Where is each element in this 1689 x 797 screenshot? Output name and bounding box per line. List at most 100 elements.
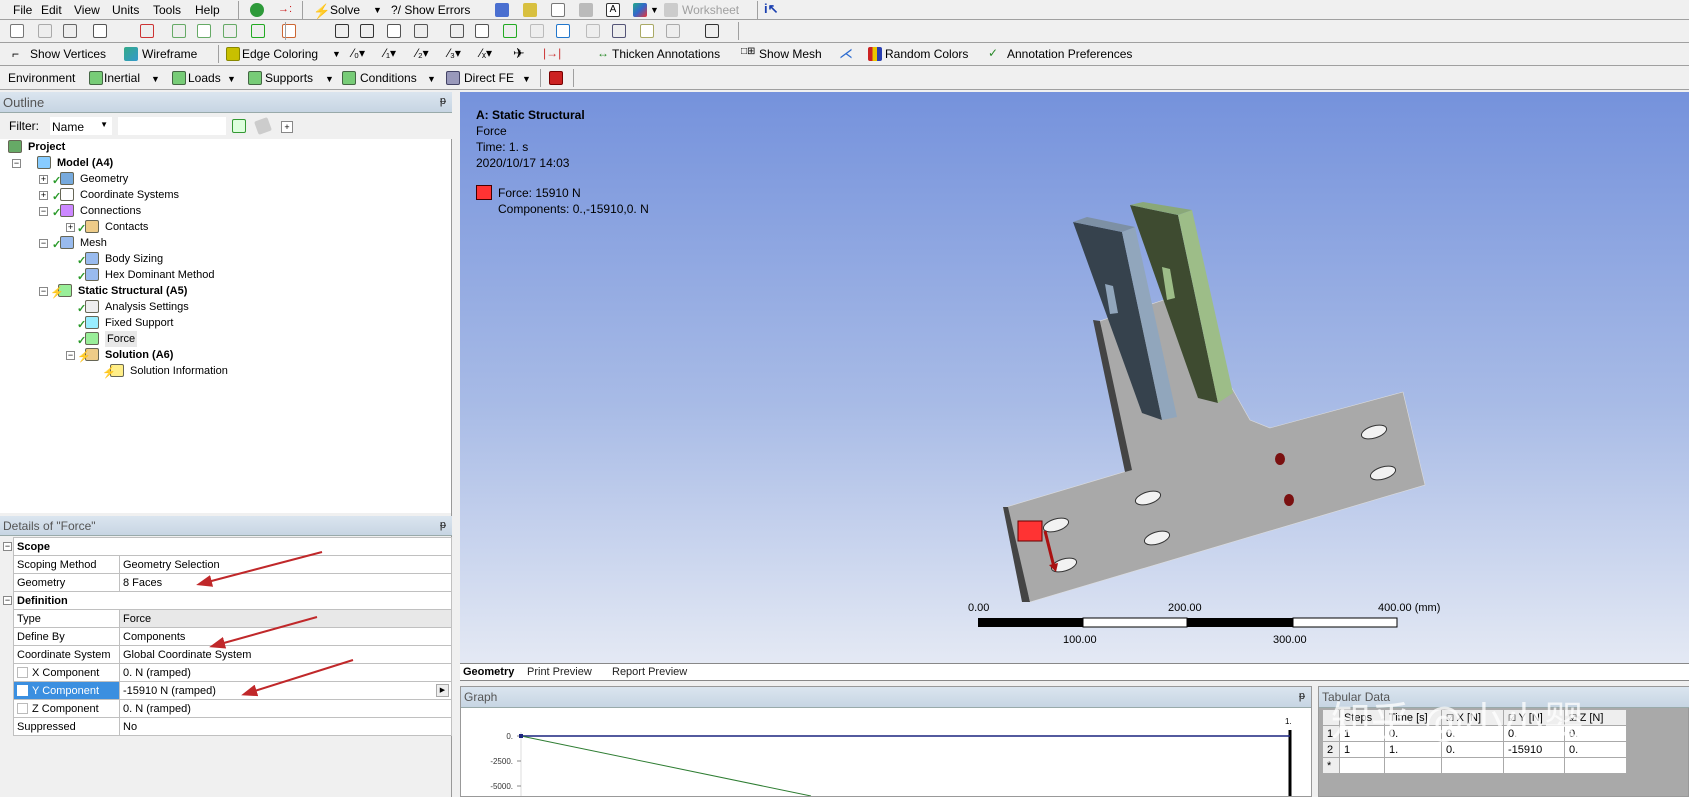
column-header[interactable]: Time [s] xyxy=(1384,709,1442,726)
y-param-checkbox[interactable] xyxy=(17,685,28,696)
table-cell[interactable]: 0. xyxy=(1441,725,1504,742)
select-mode-icon[interactable] xyxy=(10,24,24,38)
edge-2-icon[interactable]: ⁄₂▾ xyxy=(416,46,429,60)
ruler-icon[interactable] xyxy=(640,24,654,38)
model-geometry[interactable] xyxy=(460,92,1689,663)
inertial-dropdown-icon[interactable]: ▼ xyxy=(151,74,160,84)
pin-icon[interactable]: ᵽ xyxy=(440,95,446,107)
direct-fe-button[interactable]: Direct FE xyxy=(464,71,514,85)
tree-item[interactable]: Connections xyxy=(80,203,141,219)
tree-item[interactable]: Static Structural (A5) xyxy=(78,283,187,299)
show-mesh-button[interactable]: Show Mesh xyxy=(759,47,822,61)
probe-icon[interactable] xyxy=(495,3,509,17)
supports-dropdown-icon[interactable]: ▼ xyxy=(325,74,334,84)
comment-icon[interactable] xyxy=(579,3,593,17)
triad-icon[interactable]: ⋌ xyxy=(839,45,853,62)
expand-toggle-icon[interactable]: − xyxy=(12,159,21,168)
menu-help[interactable]: Help xyxy=(195,3,220,17)
column-header[interactable]: Steps xyxy=(1339,709,1385,726)
pan-icon[interactable] xyxy=(360,24,374,38)
info-cursor-icon[interactable]: i↖ xyxy=(764,1,779,17)
collapse-scope-icon[interactable]: − xyxy=(3,542,12,551)
text-icon[interactable]: A xyxy=(606,3,620,17)
tab-report-preview[interactable]: Report Preview xyxy=(612,666,687,678)
previous-view-icon[interactable] xyxy=(503,24,517,38)
tree-item[interactable]: Body Sizing xyxy=(105,251,163,267)
check-icon[interactable] xyxy=(250,3,264,17)
show-errors-button[interactable]: ?/ Show Errors xyxy=(391,3,470,17)
tree-item[interactable]: Analysis Settings xyxy=(105,299,189,315)
inertial-button[interactable]: Inertial xyxy=(104,71,140,85)
select-options-icon[interactable] xyxy=(38,24,52,38)
table-cell[interactable]: 0. xyxy=(1564,741,1627,758)
wireframe-button[interactable]: Wireframe xyxy=(142,47,197,61)
connect-icon[interactable]: →: xyxy=(278,3,292,17)
tab-print-preview[interactable]: Print Preview xyxy=(527,666,592,678)
thicken-annotations-button[interactable]: Thicken Annotations xyxy=(612,47,720,61)
viewport-layout-icon[interactable] xyxy=(705,24,719,38)
loads-dropdown-icon[interactable]: ▼ xyxy=(227,74,236,84)
table-cell[interactable]: 0. xyxy=(1384,725,1442,742)
expand-toggle-icon[interactable]: − xyxy=(66,351,75,360)
align-icon[interactable]: |→| xyxy=(543,46,561,60)
menu-units[interactable]: Units xyxy=(112,3,139,17)
y-component-value[interactable]: -15910 N (ramped) xyxy=(123,685,216,697)
column-checkbox[interactable]: ☑ xyxy=(1569,713,1580,723)
menu-view[interactable]: View xyxy=(74,3,100,17)
look-at-icon[interactable] xyxy=(586,24,600,38)
filter-input[interactable] xyxy=(118,117,226,135)
worksheet-button[interactable]: Worksheet xyxy=(682,3,739,17)
select-edge-icon[interactable] xyxy=(197,24,211,38)
table-cell[interactable] xyxy=(1441,757,1504,774)
tree-item[interactable]: Model (A4) xyxy=(57,155,113,171)
x-param-checkbox[interactable] xyxy=(17,667,28,678)
solve-dropdown-icon[interactable]: ▼ xyxy=(373,5,382,15)
tree-item[interactable]: Project xyxy=(28,139,65,155)
zoom-icon[interactable] xyxy=(387,24,401,38)
image-dropdown-icon[interactable]: ▼ xyxy=(650,5,659,15)
commands-icon[interactable] xyxy=(549,71,563,85)
define-by-value[interactable]: Components xyxy=(119,627,452,646)
tree-item[interactable]: Solution (A6) xyxy=(105,347,173,363)
table-cell[interactable]: -15910 xyxy=(1503,741,1565,758)
definition-group[interactable]: Definition xyxy=(13,591,452,610)
tree-item[interactable]: Hex Dominant Method xyxy=(105,267,214,283)
tree-item[interactable]: Fixed Support xyxy=(105,315,173,331)
next-view-icon[interactable] xyxy=(530,24,544,38)
select-body-icon[interactable] xyxy=(251,24,265,38)
tree-item[interactable]: Contacts xyxy=(105,219,148,235)
z-param-checkbox[interactable] xyxy=(17,703,28,714)
pin-icon[interactable]: ᵽ xyxy=(440,519,446,531)
pin-icon[interactable]: ᵽ xyxy=(1299,690,1305,702)
annotation-preferences-button[interactable]: Annotation Preferences xyxy=(1007,47,1132,61)
coordinate-system-value[interactable]: Global Coordinate System xyxy=(119,645,452,664)
expand-toggle-icon[interactable]: − xyxy=(39,287,48,296)
supports-button[interactable]: Supports xyxy=(265,71,313,85)
expand-toggle-icon[interactable]: − xyxy=(39,207,48,216)
edge-x-icon[interactable]: ⁄ₓ▾ xyxy=(480,46,492,60)
view-icon[interactable] xyxy=(612,24,626,38)
column-header[interactable]: ☑ X [N] xyxy=(1441,709,1504,726)
select-vertex-icon[interactable] xyxy=(172,24,186,38)
label-icon[interactable] xyxy=(523,3,537,17)
column-checkbox[interactable]: ☑ xyxy=(1446,713,1457,723)
tree-item[interactable]: Geometry xyxy=(80,171,128,187)
select-face-icon[interactable] xyxy=(223,24,237,38)
tree-item[interactable]: Solution Information xyxy=(130,363,228,379)
xyz-icon[interactable] xyxy=(63,24,77,38)
filter-select[interactable]: Name ▼ xyxy=(50,117,112,135)
edge-coloring-button[interactable]: Edge Coloring xyxy=(242,47,318,61)
graphics-viewport[interactable]: A: Static Structural Force Time: 1. s 20… xyxy=(460,92,1689,663)
collapse-definition-icon[interactable]: − xyxy=(3,596,12,605)
table-cell[interactable]: 0. xyxy=(1564,725,1627,742)
scope-group[interactable]: Scope xyxy=(13,537,452,556)
column-header[interactable]: ☑ Z [N] xyxy=(1564,709,1627,726)
pin-arrow-icon[interactable]: ✈ xyxy=(513,45,525,62)
select-type-icon[interactable] xyxy=(93,24,107,38)
eraser-icon[interactable] xyxy=(254,117,272,135)
edge-3-icon[interactable]: ⁄₃▾ xyxy=(448,46,461,60)
fit-icon[interactable] xyxy=(450,24,464,38)
geometry-value[interactable]: 8 Faces xyxy=(119,573,452,592)
solve-button[interactable]: Solve xyxy=(330,3,360,17)
chart-icon[interactable] xyxy=(551,3,565,17)
